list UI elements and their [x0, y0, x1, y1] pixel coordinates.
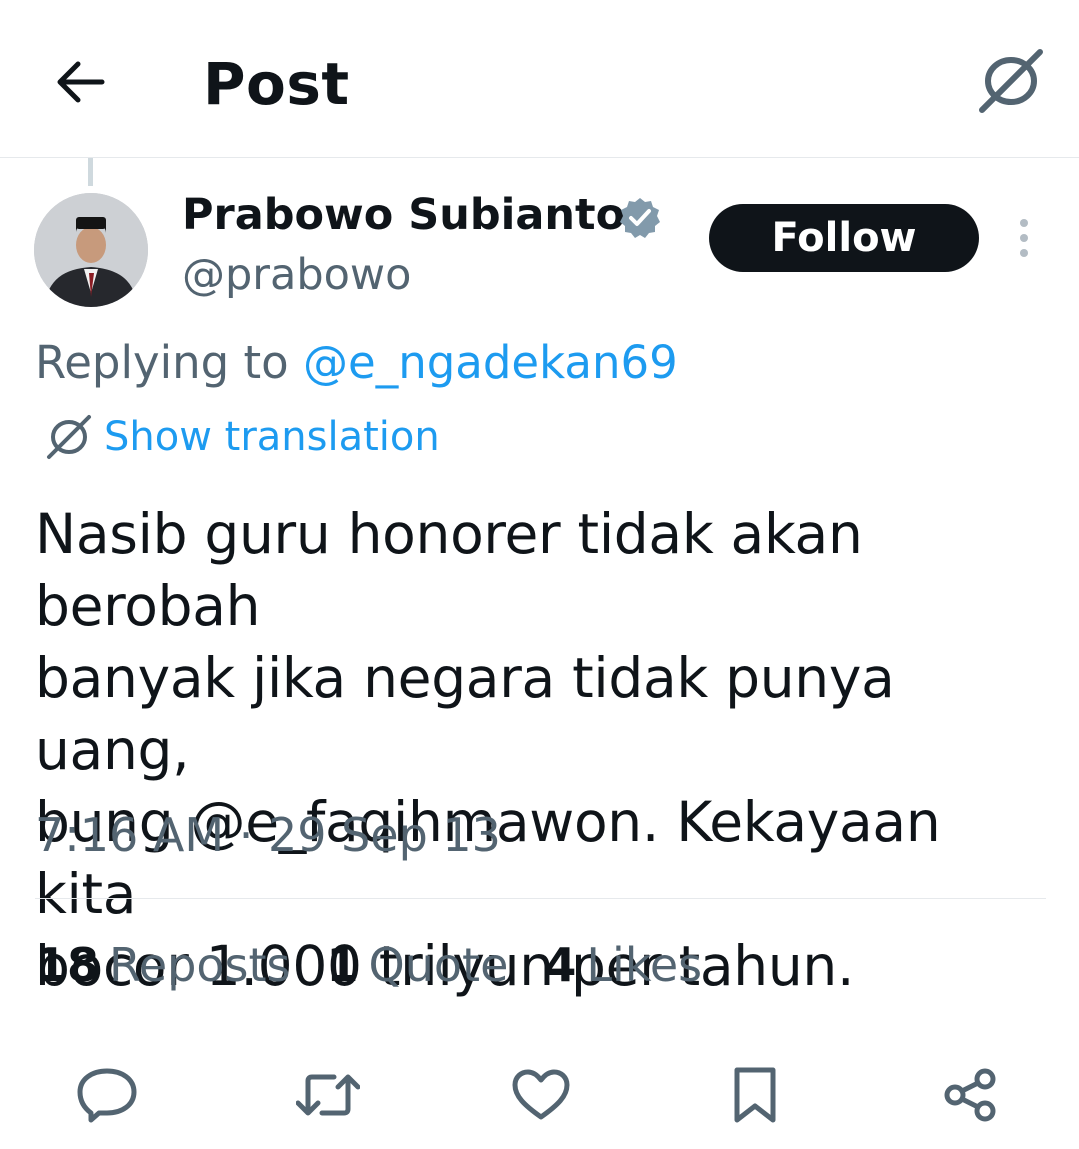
quotes-label: Quote	[368, 938, 509, 992]
reposts-stat[interactable]: 18 Reposts	[35, 938, 291, 992]
likes-stat[interactable]: 4 Likes	[544, 938, 702, 992]
repost-icon	[296, 1074, 360, 1116]
post-timestamp[interactable]: 7:16 AM · 29 Sep 13	[35, 808, 501, 862]
avatar-image	[34, 193, 148, 307]
avatar[interactable]	[34, 193, 148, 307]
repost-button[interactable]	[293, 1060, 363, 1130]
page-title: Post	[203, 50, 350, 118]
thread-connector	[88, 158, 93, 186]
like-button[interactable]	[506, 1060, 576, 1130]
likes-count: 4	[544, 938, 577, 992]
show-translation-label: Show translation	[104, 414, 440, 460]
author-name[interactable]: Prabowo Subianto	[182, 190, 625, 240]
more-vertical-icon	[1020, 219, 1028, 257]
bookmark-icon	[734, 1067, 776, 1123]
like-icon	[512, 1069, 570, 1120]
verified-badge-icon	[620, 198, 660, 238]
replying-to-prefix: Replying to	[35, 336, 289, 389]
bookmark-button[interactable]	[720, 1060, 790, 1130]
quotes-stat[interactable]: 1 Quote	[327, 938, 509, 992]
divider	[35, 898, 1046, 899]
arrow-left-icon	[57, 61, 105, 103]
quotes-count: 1	[326, 938, 359, 992]
translate-button[interactable]	[972, 46, 1050, 116]
reposts-label: Reposts	[109, 938, 291, 992]
likes-label: Likes	[586, 938, 703, 992]
post-stats: 18 Reposts 1 Quote 4 Likes	[35, 938, 738, 992]
translate-icon	[979, 49, 1043, 113]
translate-icon	[47, 415, 91, 459]
reply-icon	[77, 1068, 137, 1123]
share-button[interactable]	[936, 1060, 1006, 1130]
author-handle[interactable]: @prabowo	[182, 250, 411, 300]
more-options-button[interactable]	[1004, 214, 1044, 264]
follow-button[interactable]: Follow	[709, 204, 979, 272]
post-text: Nasib guru honorer tidak akan berobah ba…	[35, 502, 941, 998]
top-bar: Post	[0, 0, 1079, 158]
replying-to-link[interactable]: @e_ngadekan69	[303, 336, 678, 389]
reply-button[interactable]	[72, 1060, 142, 1130]
show-translation-link[interactable]: Show translation	[44, 414, 440, 460]
reposts-count: 18	[35, 938, 100, 992]
replying-to: Replying to @e_ngadekan69	[35, 336, 678, 389]
share-icon	[944, 1068, 996, 1122]
action-bar	[0, 1060, 1079, 1130]
back-button[interactable]	[48, 52, 112, 112]
